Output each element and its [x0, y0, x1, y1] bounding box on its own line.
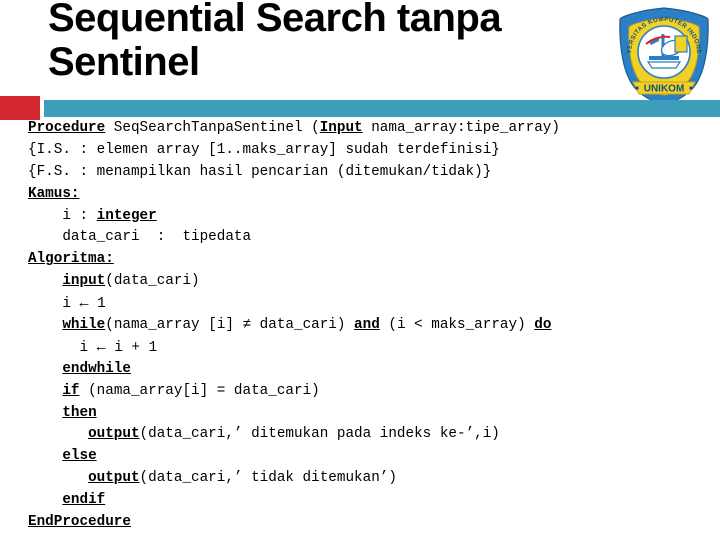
code-text: (data_cari,’ ditemukan pada indeks ke-’,… — [139, 426, 500, 443]
decor-red-bar — [0, 96, 40, 120]
code-line: Procedure SeqSearchTanpaSentinel (Input … — [28, 118, 708, 140]
code-text: {F.S. : menampilkan hasil pencarian (dit… — [28, 163, 492, 180]
unikom-logo: UNIVERSITAS KOMPUTER INDONESIA UNIKOM — [613, 1, 713, 106]
code-text: data_cari : tipedata — [62, 229, 252, 246]
code-line: if (nama_array[i] = data_cari) — [28, 381, 708, 403]
code-line: i : integer — [28, 206, 708, 228]
code-text: nama_array:tipe_array) — [362, 120, 560, 136]
code-line: Algoritma: — [28, 249, 708, 271]
code-keyword: EndProcedure — [28, 514, 131, 531]
code-keyword: output — [88, 426, 140, 443]
code-text: 1 — [88, 296, 106, 313]
code-line: else — [28, 446, 708, 468]
code-line: endwhile — [28, 359, 708, 381]
assignment-arrow-icon: ← — [79, 295, 89, 313]
unikom-logo-svg: UNIVERSITAS KOMPUTER INDONESIA UNIKOM — [613, 1, 709, 105]
logo-star-left — [635, 86, 639, 90]
code-keyword: and — [354, 317, 380, 334]
code-keyword: Procedure — [28, 120, 106, 136]
code-keyword: output — [88, 470, 140, 487]
code-line: {I.S. : elemen array [1..maks_array] sud… — [28, 140, 708, 162]
code-text: (i < maks_array) — [379, 317, 535, 334]
title-block: Sequential Search tanpa Sentinel — [48, 0, 608, 84]
logo-banner-text: UNIKOM — [644, 84, 685, 95]
code-line: data_cari : tipedata — [28, 227, 708, 249]
code-text: (data_cari,’ tidak ditemukan’) — [139, 470, 397, 487]
code-line: endif — [28, 490, 708, 512]
logo-star-right — [689, 86, 693, 90]
code-line: then — [28, 403, 708, 425]
assignment-arrow-icon: ← — [96, 338, 106, 356]
slide: Sequential Search tanpa Sentinel VERSITA… — [0, 0, 720, 540]
code-line: Kamus: — [28, 184, 708, 206]
code-text: (data_cari) — [105, 273, 200, 290]
code-line: i ← i + 1 — [28, 337, 708, 359]
code-keyword: input — [62, 273, 106, 290]
code-text: (nama_array[i] = data_cari) — [79, 382, 320, 399]
code-text: i + 1 — [105, 339, 158, 356]
code-keyword: then — [62, 404, 97, 421]
code-line: {F.S. : menampilkan hasil pencarian (dit… — [28, 162, 708, 184]
decor-teal-bar — [44, 100, 720, 117]
code-keyword: if — [62, 382, 80, 399]
code-keyword: Kamus: — [28, 185, 80, 202]
code-keyword: endwhile — [62, 360, 131, 377]
code-text: i — [62, 296, 80, 313]
code-text: i : — [62, 207, 97, 224]
code-line: while(nama_array [i] ≠ data_cari) and (i… — [28, 315, 708, 337]
code-text: {I.S. : elemen array [1..maks_array] sud… — [28, 141, 500, 158]
code-text: (nama_array [i] ≠ data_cari) — [105, 317, 355, 334]
code-line: output(data_cari,’ ditemukan pada indeks… — [28, 424, 708, 446]
code-keyword: Input — [319, 120, 363, 136]
code-line: i ← 1 — [28, 293, 708, 315]
code-keyword: Algoritma: — [28, 251, 114, 268]
code-keyword: do — [534, 317, 552, 334]
code-keyword: integer — [96, 207, 157, 224]
pseudocode-block: Procedure SeqSearchTanpaSentinel (Input … — [28, 118, 708, 534]
code-line: EndProcedure — [28, 512, 708, 534]
page-title: Sequential Search tanpa Sentinel — [48, 0, 502, 84]
code-line: input(data_cari) — [28, 271, 708, 293]
code-keyword: endif — [62, 492, 106, 509]
code-line: output(data_cari,’ tidak ditemukan’) — [28, 468, 708, 490]
code-text: SeqSearchTanpaSentinel ( — [105, 120, 320, 136]
code-keyword: while — [62, 317, 106, 334]
code-text: i — [79, 339, 97, 356]
code-keyword: else — [62, 448, 97, 465]
